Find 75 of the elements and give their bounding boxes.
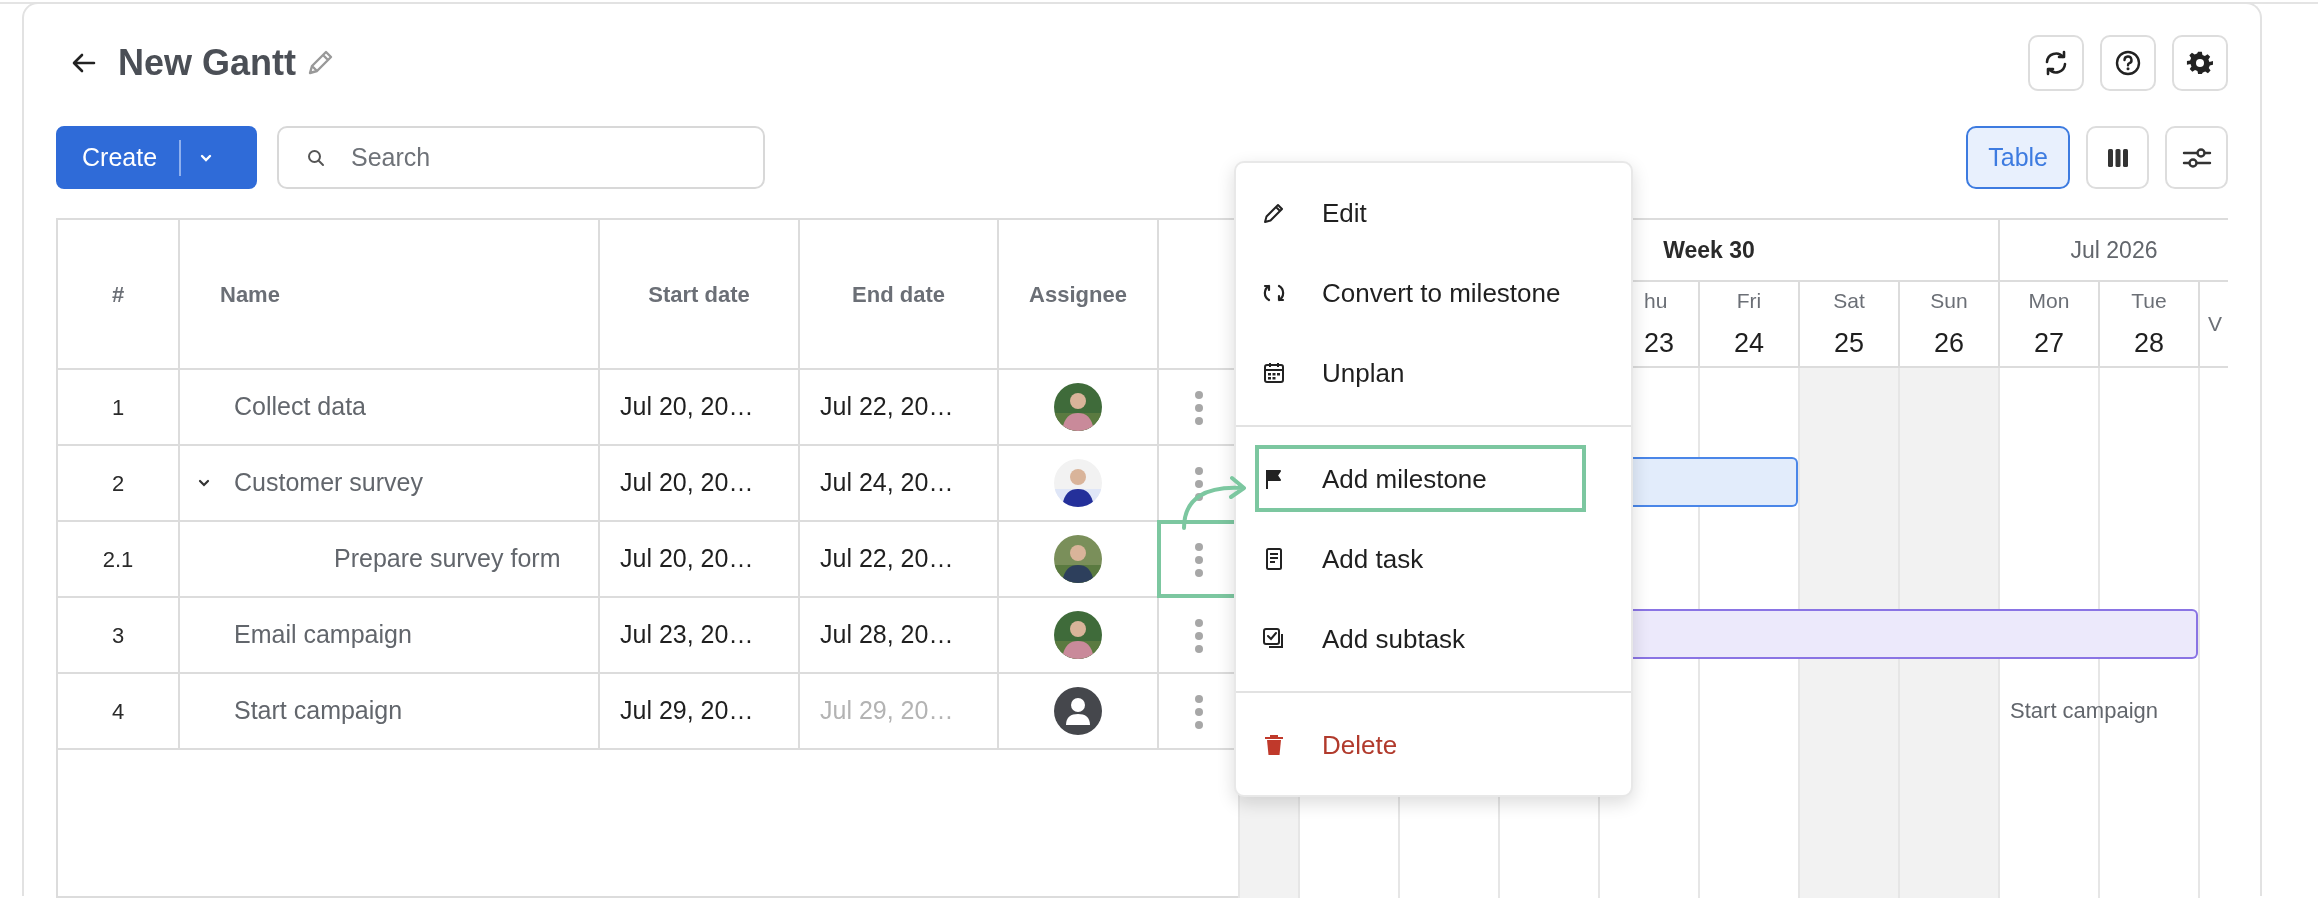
- gear-icon: [2186, 49, 2214, 77]
- start-date: Jul 20, 20…: [620, 392, 754, 421]
- column-header: Name: [220, 281, 280, 307]
- weekday-label: V: [2208, 311, 2222, 338]
- end-date: Jul 22, 20…: [820, 392, 954, 421]
- start-date: Jul 29, 20…: [620, 696, 754, 725]
- weekday-label: Sat: [1833, 288, 1865, 314]
- weekday-label: Fri: [1736, 288, 1762, 314]
- task-name: Email campaign: [234, 619, 412, 651]
- column-header: Assignee: [1029, 281, 1127, 307]
- menu-item[interactable]: Delete: [1236, 705, 1631, 785]
- day-number: 26: [1933, 326, 1964, 360]
- search-field[interactable]: Search: [277, 126, 765, 189]
- more-icon[interactable]: [1194, 694, 1204, 731]
- week-label: Jul 2026: [2070, 235, 2158, 265]
- calendar-icon: [1262, 361, 1286, 385]
- task-name: Customer survey: [234, 467, 423, 499]
- row-number: 3: [111, 622, 125, 648]
- create-button[interactable]: Create: [56, 126, 257, 189]
- gantt-title: New Gantt: [118, 41, 296, 85]
- weekday-label: Sun: [1930, 288, 1968, 314]
- more-icon[interactable]: [1194, 542, 1204, 579]
- more-icon[interactable]: [1194, 390, 1204, 427]
- end-date: Jul 22, 20…: [820, 544, 954, 573]
- task-bar-segment[interactable]: [2098, 609, 2198, 659]
- start-date: Jul 20, 20…: [620, 468, 754, 497]
- day-number: 27: [2033, 326, 2064, 360]
- task-name: Collect data: [234, 391, 367, 423]
- end-date: Jul 29, 20…: [820, 696, 954, 725]
- weekday-label: Mon: [2028, 288, 2070, 314]
- menu-item[interactable]: Convert to milestone: [1236, 253, 1631, 333]
- day-number: 24: [1733, 326, 1764, 360]
- columns-view-button[interactable]: [2086, 126, 2149, 189]
- weekday-label: hu: [1644, 288, 1668, 314]
- search-icon: [307, 149, 325, 167]
- row-number: 4: [111, 698, 125, 724]
- day-number: 23: [1644, 326, 1675, 360]
- row-number: 2.1: [102, 546, 134, 572]
- table-view-button[interactable]: Table: [1966, 126, 2070, 189]
- pencil-icon: [1262, 201, 1286, 225]
- menu-item[interactable]: Add milestone: [1236, 439, 1631, 519]
- week-label: Week 30: [1663, 235, 1755, 265]
- settings-button[interactable]: [2172, 35, 2228, 91]
- row-number: 2: [111, 470, 125, 496]
- milestone-label: Start campaign: [2010, 696, 2158, 725]
- checkbox-icon: [1262, 627, 1286, 651]
- more-icon[interactable]: [1194, 618, 1204, 655]
- trash-icon: [1262, 733, 1286, 757]
- more-icon[interactable]: [1194, 466, 1204, 503]
- help-button[interactable]: [2100, 35, 2156, 91]
- day-number: 28: [2133, 326, 2164, 360]
- back-arrow-icon[interactable]: [72, 53, 96, 73]
- task-name: Start campaign: [234, 695, 403, 727]
- column-header: #: [111, 281, 125, 307]
- row-number: 1: [111, 394, 125, 420]
- day-number: 25: [1833, 326, 1864, 360]
- sync-button[interactable]: [2028, 35, 2084, 91]
- filter-button[interactable]: [2165, 126, 2228, 189]
- column-header: End date: [852, 281, 945, 307]
- menu-item[interactable]: Unplan: [1236, 333, 1631, 413]
- caret-icon: [199, 152, 214, 163]
- end-date: Jul 24, 20…: [820, 468, 954, 497]
- end-date: Jul 28, 20…: [820, 620, 954, 649]
- column-header: Start date: [648, 281, 750, 307]
- help-icon: [2114, 49, 2142, 77]
- caret-icon[interactable]: [198, 477, 210, 489]
- menu-item[interactable]: Edit: [1236, 173, 1631, 253]
- menu-item[interactable]: Add task: [1236, 519, 1631, 599]
- task-bar-segment[interactable]: [1698, 457, 1798, 507]
- start-date: Jul 20, 20…: [620, 544, 754, 573]
- task-name: Prepare survey form: [334, 543, 561, 575]
- weekday-label: Tue: [2131, 288, 2167, 314]
- avatar-icon: [1054, 687, 1102, 735]
- menu-item[interactable]: Add subtask: [1236, 599, 1631, 679]
- start-date: Jul 23, 20…: [620, 620, 754, 649]
